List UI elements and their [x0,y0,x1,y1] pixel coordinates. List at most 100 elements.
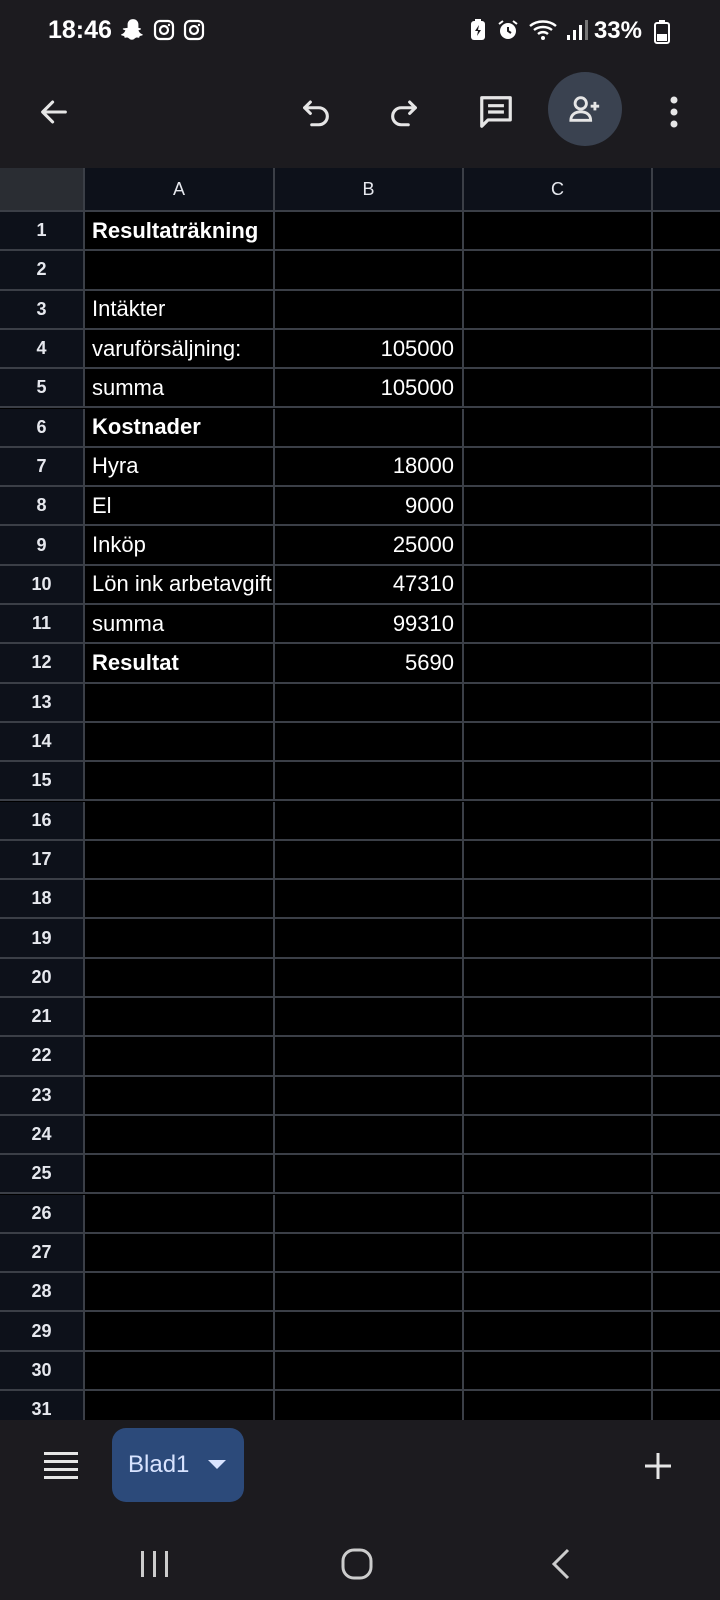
cell-d18[interactable] [653,880,720,920]
cell-d1[interactable] [653,212,720,252]
cell-c24[interactable] [464,1115,653,1156]
row-header[interactable]: 25 [0,1155,85,1195]
spreadsheet-grid[interactable]: A B C 1 Resultaträkning 2 3 Intäkter 4 varuför… [0,168,720,1420]
cell-a17[interactable] [85,840,275,881]
cell-a18[interactable] [85,880,275,920]
cell-a13[interactable] [85,683,275,723]
cell-d24[interactable] [653,1116,720,1156]
cell-c12[interactable] [464,644,653,684]
cell-b18[interactable] [275,880,464,920]
cell-d25[interactable] [653,1155,720,1195]
cell-d23[interactable] [653,1077,720,1116]
cell-a11[interactable]: summa [85,605,275,645]
cell-d7[interactable] [653,448,720,488]
cell-a25[interactable] [85,1155,275,1195]
row-header[interactable]: 9 [0,526,85,566]
cell-c21[interactable] [464,998,653,1038]
undo-button[interactable] [290,86,342,138]
cell-b8[interactable]: 9000 [275,487,464,527]
cell-d11[interactable] [653,605,720,645]
cell-b5[interactable]: 105000 [275,369,464,409]
cell-c7[interactable] [464,447,653,488]
cell-d14[interactable] [653,723,720,763]
cell-c30[interactable] [464,1351,653,1391]
cell-a29[interactable] [85,1312,275,1352]
row-header[interactable]: 14 [0,722,85,763]
cell-c19[interactable] [464,919,653,959]
cell-a6[interactable]: Kostnader [85,408,275,448]
cell-b20[interactable] [275,958,464,998]
cell-c22[interactable] [464,1037,653,1077]
row-header[interactable]: 10 [0,565,85,605]
back-button[interactable] [28,86,80,138]
cell-b26[interactable] [275,1194,464,1234]
cell-d9[interactable] [653,526,720,566]
row-header[interactable]: 19 [0,919,85,959]
column-header-c[interactable]: C [464,168,653,212]
row-header[interactable]: 24 [0,1115,85,1156]
redo-button[interactable] [378,86,430,138]
cell-c8[interactable] [464,487,653,527]
cell-b30[interactable] [275,1351,464,1391]
comments-button[interactable] [468,84,524,140]
share-button[interactable] [548,72,622,146]
cell-d17[interactable] [653,841,720,881]
cell-a1[interactable]: Resultaträkning [85,212,275,252]
cell-b22[interactable] [275,1037,464,1077]
cell-d16[interactable] [653,802,720,841]
cell-d29[interactable] [653,1312,720,1352]
cell-a3[interactable]: Intäkter [85,290,275,330]
cell-b29[interactable] [275,1312,464,1352]
row-header[interactable]: 4 [0,329,85,370]
cell-a22[interactable] [85,1037,275,1077]
cell-c2[interactable] [464,251,653,291]
column-header-d[interactable] [653,168,720,212]
row-header[interactable]: 11 [0,605,85,645]
add-sheet-button[interactable] [636,1444,680,1488]
row-header[interactable]: 21 [0,998,85,1038]
row-header[interactable]: 8 [0,487,85,527]
row-header[interactable]: 15 [0,762,85,802]
cell-b9[interactable]: 25000 [275,526,464,566]
sheet-tab-blad1[interactable]: Blad1 [112,1428,244,1502]
cell-b28[interactable] [275,1273,464,1313]
cell-d30[interactable] [653,1352,720,1391]
cell-b16[interactable] [275,801,464,841]
cell-c28[interactable] [464,1273,653,1313]
row-header[interactable]: 26 [0,1194,85,1234]
cell-d8[interactable] [653,487,720,527]
cell-c10[interactable] [464,565,653,605]
cell-a28[interactable] [85,1273,275,1313]
cell-d28[interactable] [653,1273,720,1313]
cell-c6[interactable] [464,408,653,448]
row-header[interactable]: 23 [0,1076,85,1116]
cell-c5[interactable] [464,369,653,409]
cell-c13[interactable] [464,683,653,723]
cell-d26[interactable] [653,1195,720,1234]
cell-c16[interactable] [464,801,653,841]
cell-d13[interactable] [653,684,720,723]
cell-c14[interactable] [464,722,653,763]
cell-a26[interactable] [85,1194,275,1234]
cell-b1[interactable] [275,212,464,252]
cell-d20[interactable] [653,959,720,998]
cell-c9[interactable] [464,526,653,566]
cell-d5[interactable] [653,369,720,409]
cell-a10[interactable]: Lön ink arbetavgift [85,565,275,605]
cell-a2[interactable] [85,251,275,291]
cell-a20[interactable] [85,958,275,998]
row-header[interactable]: 29 [0,1312,85,1352]
cell-b31[interactable] [275,1391,464,1420]
cell-c26[interactable] [464,1194,653,1234]
row-header[interactable]: 3 [0,290,85,330]
cell-a23[interactable] [85,1076,275,1116]
row-header[interactable]: 6 [0,408,85,448]
cell-d27[interactable] [653,1234,720,1274]
row-header[interactable]: 16 [0,801,85,841]
cell-c11[interactable] [464,605,653,645]
cell-b17[interactable] [275,840,464,881]
cell-d15[interactable] [653,762,720,802]
home-button[interactable] [332,1544,382,1584]
select-all-corner[interactable] [0,168,85,212]
cell-d2[interactable] [653,251,720,291]
